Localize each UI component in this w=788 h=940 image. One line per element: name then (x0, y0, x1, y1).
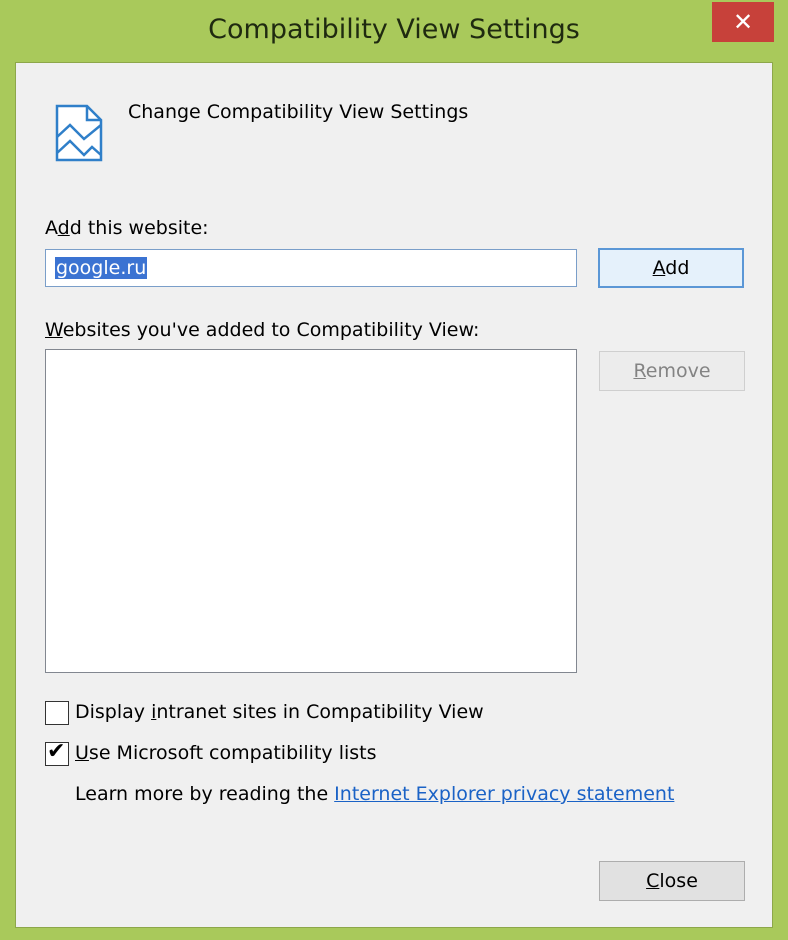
websites-list-label: Websites you've added to Compatibility V… (45, 319, 480, 341)
ms-lists-checkbox-label[interactable]: Use Microsoft compatibility lists (75, 742, 377, 764)
header-text: Change Compatibility View Settings (128, 101, 469, 123)
website-input-value: google.ru (55, 257, 148, 279)
close-button[interactable]: Close (599, 861, 745, 901)
intranet-checkbox[interactable] (45, 701, 69, 725)
checkmark-icon: ✔ (47, 739, 66, 764)
intranet-checkbox-label[interactable]: Display intranet sites in Compatibility … (75, 701, 484, 723)
add-button[interactable]: Add (598, 248, 744, 288)
dialog-window: Compatibility View Settings ✕ Change Com… (0, 0, 788, 940)
add-website-label: Add this website: (45, 217, 209, 239)
websites-listbox[interactable] (45, 349, 577, 673)
privacy-statement-link[interactable]: Internet Explorer privacy statement (334, 783, 674, 805)
title-bar[interactable]: Compatibility View Settings ✕ (0, 0, 788, 62)
learn-more-text: Learn more by reading the Internet Explo… (75, 783, 675, 805)
website-input[interactable]: google.ru (45, 249, 577, 287)
window-close-button[interactable]: ✕ (712, 2, 774, 42)
remove-button: Remove (599, 351, 745, 391)
dialog-body: Change Compatibility View Settings Add t… (15, 62, 773, 928)
window-title: Compatibility View Settings (208, 14, 580, 45)
close-icon: ✕ (732, 8, 754, 36)
compatibility-view-icon (55, 104, 103, 162)
ms-lists-checkbox[interactable]: ✔ (45, 739, 69, 766)
